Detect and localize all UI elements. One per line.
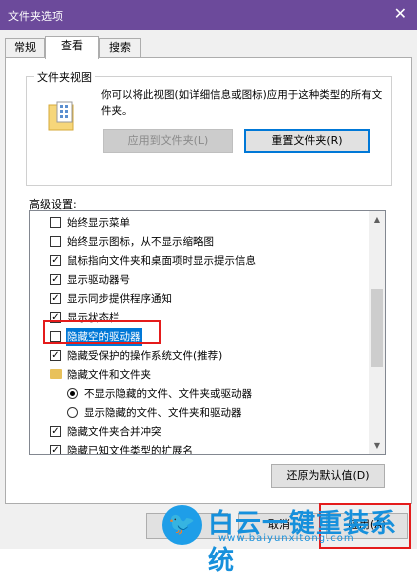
bird-logo-icon: 🐦 — [162, 505, 202, 545]
title-bar: 文件夹选项 ✕ — [0, 0, 417, 30]
radio[interactable] — [67, 407, 78, 418]
restore-defaults-button[interactable]: 还原为默认值(D) — [271, 464, 385, 488]
list-item[interactable]: 始终显示菜单 — [30, 214, 370, 232]
checkbox-checked[interactable]: ✓ — [50, 426, 61, 437]
watermark: 🐦 白云一键重装系统 www.baiyunxitong.com — [152, 501, 417, 576]
list-item[interactable]: ✓ 隐藏已知文件类型的扩展名 — [30, 442, 370, 454]
list-item[interactable]: ✓ 隐藏文件夹合并冲突 — [30, 423, 370, 441]
list-item[interactable]: 始终显示图标，从不显示缩略图 — [30, 233, 370, 251]
apply-to-folders-button[interactable]: 应用到文件夹(L) — [103, 129, 233, 153]
scroll-up-icon[interactable]: ▲ — [369, 211, 385, 228]
list-item[interactable]: 不显示隐藏的文件、文件夹或驱动器 — [30, 385, 370, 403]
checkbox-checked[interactable]: ✓ — [50, 445, 61, 454]
folder-icon — [50, 369, 62, 379]
folder-icon — [48, 101, 74, 131]
close-icon[interactable]: ✕ — [394, 4, 407, 23]
folder-views-label: 文件夹视图 — [34, 69, 95, 85]
checkbox-checked[interactable]: ✓ — [50, 255, 61, 266]
list-item[interactable]: ✓ 鼠标指向文件夹和桌面项时显示提示信息 — [30, 252, 370, 270]
highlight-box-hide-empty-drives — [43, 320, 161, 344]
scroll-down-icon[interactable]: ▼ — [369, 437, 385, 454]
scroll-thumb[interactable] — [371, 289, 383, 367]
checkbox-checked[interactable]: ✓ — [50, 274, 61, 285]
scrollbar[interactable]: ▲ ▼ — [369, 211, 385, 454]
checkbox[interactable] — [50, 217, 61, 228]
checkbox-checked[interactable]: ✓ — [50, 293, 61, 304]
window-title: 文件夹选项 — [8, 10, 63, 23]
list-item[interactable]: ✓ 显示驱动器号 — [30, 271, 370, 289]
tab-view[interactable]: 查看 — [45, 36, 99, 59]
tab-search[interactable]: 搜索 — [99, 38, 141, 57]
list-item: 隐藏文件和文件夹 — [30, 366, 370, 384]
tab-general[interactable]: 常规 — [5, 38, 45, 57]
watermark-url: www.baiyunxitong.com — [218, 533, 355, 544]
checkbox-checked[interactable]: ✓ — [50, 350, 61, 361]
list-item[interactable]: ✓ 显示同步提供程序通知 — [30, 290, 370, 308]
reset-folders-button[interactable]: 重置文件夹(R) — [244, 129, 370, 153]
checkbox[interactable] — [50, 236, 61, 247]
list-item[interactable]: 显示隐藏的文件、文件夹和驱动器 — [30, 404, 370, 422]
radio-selected[interactable] — [67, 388, 78, 399]
list-item[interactable]: ✓ 隐藏受保护的操作系统文件(推荐) — [30, 347, 370, 365]
folder-views-description: 你可以将此视图(如详细信息或图标)应用于这种类型的所有文件夹。 — [101, 89, 383, 117]
